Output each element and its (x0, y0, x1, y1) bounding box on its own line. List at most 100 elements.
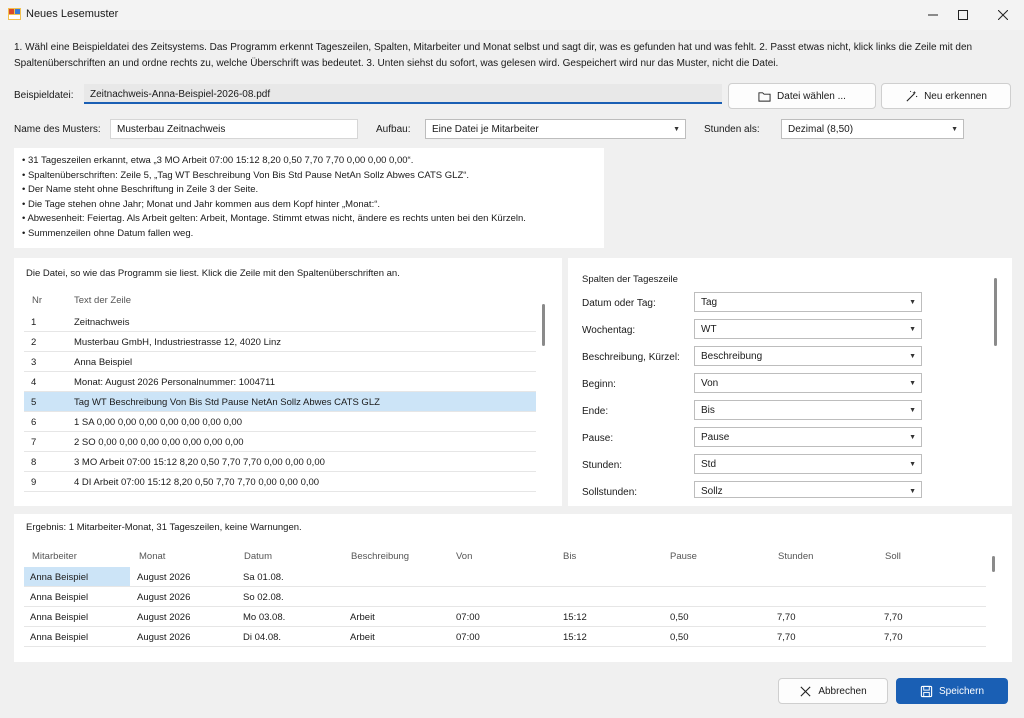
line-number: 3 (31, 357, 37, 368)
info-line: • Abwesenheit: Feiertag. Als Arbeit gelt… (22, 213, 526, 225)
cancel-button[interactable]: Abbrechen (778, 678, 888, 704)
layout-label: Aufbau: (376, 124, 411, 135)
chevron-down-icon: ▼ (909, 407, 916, 414)
chevron-down-icon: ▼ (909, 488, 916, 495)
magic-wand-icon (906, 90, 918, 102)
file-line-row[interactable]: 4 Monat: August 2026 Personalnummer: 100… (24, 372, 536, 392)
line-text: Tag WT Beschreibung Von Bis Std Pause Ne… (74, 397, 380, 408)
maximize-icon (958, 10, 968, 20)
file-path-field[interactable]: Zeitnachweis-Anna-Beispiel-2026-08.pdf (84, 84, 722, 104)
cell-break: 0,50 (670, 612, 689, 623)
file-line-row[interactable]: 3 Anna Beispiel (24, 352, 536, 372)
mapping-select-weekday[interactable]: WT ▼ (694, 319, 922, 339)
mapping-value: Std (701, 459, 717, 470)
choose-file-button[interactable]: Datei wählen ... (728, 83, 876, 109)
line-text: 4 DI Arbeit 07:00 15:12 8,20 0,50 7,70 7… (74, 477, 320, 488)
file-line-row[interactable]: 1 Zeitnachweis (24, 312, 536, 332)
result-header-hours: Stunden (778, 551, 814, 562)
line-text: 3 MO Arbeit 07:00 15:12 8,20 0,50 7,70 7… (74, 457, 325, 468)
result-row[interactable]: Anna Beispiel August 2026 Sa 01.08. (24, 567, 986, 587)
line-number: 4 (31, 377, 37, 388)
chevron-down-icon: ▼ (673, 126, 680, 133)
cell-from: 07:00 (456, 632, 480, 643)
save-label: Speichern (938, 685, 985, 697)
cell-target: 7,70 (884, 632, 903, 643)
info-line: • Der Name steht ohne Beschriftung in Ze… (22, 184, 259, 196)
result-row[interactable]: Anna Beispiel August 2026 Mo 03.08. Arbe… (24, 607, 986, 627)
line-number: 1 (31, 317, 37, 328)
mapping-value: Von (701, 378, 719, 389)
cell-date: Mo 03.08. (243, 612, 286, 623)
file-panel-title: Die Datei, so wie das Programm sie liest… (26, 268, 400, 279)
result-header-break: Pause (670, 551, 697, 562)
file-line-row[interactable]: 8 3 MO Arbeit 07:00 15:12 8,20 0,50 7,70… (24, 452, 536, 472)
title-bar: Neues Lesemuster (0, 0, 1024, 30)
mapping-label-break: Pause: (582, 433, 614, 444)
chevron-down-icon: ▼ (909, 461, 916, 468)
mapping-select-end[interactable]: Bis ▼ (694, 400, 922, 420)
result-header-month: Monat (139, 551, 166, 562)
mapping-label-end: Ende: (582, 406, 609, 417)
mapping-select-date[interactable]: Tag ▼ (694, 292, 922, 312)
cell-break: 0,50 (670, 632, 689, 643)
mapping-select-hours[interactable]: Std ▼ (694, 454, 922, 474)
result-row[interactable]: Anna Beispiel August 2026 Di 04.08. Arbe… (24, 627, 986, 647)
hours-format-label: Stunden als: (704, 124, 760, 135)
column-header-text: Text der Zeile (74, 295, 132, 306)
mapping-value: Sollz (701, 486, 723, 497)
hours-format-select[interactable]: Dezimal (8,50) ▼ (781, 119, 964, 139)
cell-date: Sa 01.08. (243, 572, 284, 583)
line-number: 5 (31, 397, 37, 408)
cancel-label: Abbrechen (818, 685, 867, 697)
cell-employee: Anna Beispiel (30, 592, 89, 603)
cell-employee: Anna Beispiel (30, 612, 89, 623)
hours-format-value: Dezimal (8,50) (788, 124, 854, 135)
file-line-row[interactable]: 9 4 DI Arbeit 07:00 15:12 8,20 0,50 7,70… (24, 472, 536, 492)
line-number: 8 (31, 457, 37, 468)
file-line-row[interactable]: 6 1 SA 0,00 0,00 0,00 0,00 0,00 0,00 0,0… (24, 412, 536, 432)
cell-date: Di 04.08. (243, 632, 282, 643)
cell-month: August 2026 (137, 592, 191, 603)
file-line-row-selected[interactable]: 5 Tag WT Beschreibung Von Bis Std Pause … (24, 392, 536, 412)
mapping-select-start[interactable]: Von ▼ (694, 373, 922, 393)
line-number: 6 (31, 417, 37, 428)
mapping-select-target-hours[interactable]: Sollz ▼ (694, 481, 922, 498)
line-text: Anna Beispiel (74, 357, 133, 368)
close-button[interactable] (980, 0, 1024, 30)
cell-month: August 2026 (137, 612, 191, 623)
redetect-button[interactable]: Neu erkennen (881, 83, 1011, 109)
cell-description: Arbeit (350, 632, 375, 643)
info-line: • 31 Tageszeilen erkannt, etwa „3 MO Arb… (22, 155, 414, 166)
pattern-name-input[interactable]: Musterbau Zeitnachweis (110, 119, 358, 139)
file-line-row[interactable]: 2 Musterbau GmbH, Industriestrasse 12, 4… (24, 332, 536, 352)
cell-to: 15:12 (563, 632, 587, 643)
mapping-select-description[interactable]: Beschreibung ▼ (694, 346, 922, 366)
instructions-text: 1. Wähl eine Beispieldatei des Zeitsyste… (14, 42, 973, 69)
detection-info: • 31 Tageszeilen erkannt, etwa „3 MO Arb… (14, 148, 604, 248)
info-line: • Die Tage stehen ohne Jahr; Monat und J… (22, 198, 381, 210)
result-header-target: Soll (885, 551, 901, 562)
layout-select[interactable]: Eine Datei je Mitarbeiter ▼ (425, 119, 686, 139)
chevron-down-icon: ▼ (909, 380, 916, 387)
mapping-label-date: Datum oder Tag: (582, 298, 656, 309)
close-icon (800, 685, 811, 697)
line-number: 2 (31, 337, 37, 348)
result-panel: Ergebnis: 1 Mitarbeiter-Monat, 31 Tagesz… (14, 514, 1012, 662)
result-row[interactable]: Anna Beispiel August 2026 So 02.08. (24, 587, 986, 607)
app-icon (8, 8, 21, 20)
result-header-to: Bis (563, 551, 577, 562)
mapping-panel-scrollbar[interactable] (994, 278, 997, 346)
chevron-down-icon: ▼ (909, 326, 916, 333)
save-button[interactable]: Speichern (896, 678, 1008, 704)
minimize-icon (928, 14, 938, 16)
mapping-select-break[interactable]: Pause ▼ (694, 427, 922, 447)
mapping-panel-title: Spalten der Tageszeile (582, 274, 678, 285)
file-line-row[interactable]: 7 2 SO 0,00 0,00 0,00 0,00 0,00 0,00 0,0… (24, 432, 536, 452)
mapping-label-start: Beginn: (582, 379, 616, 390)
result-panel-scrollbar[interactable] (992, 556, 995, 572)
result-header-date: Datum (244, 551, 272, 562)
chevron-down-icon: ▼ (909, 434, 916, 441)
cell-employee: Anna Beispiel (30, 632, 89, 643)
cell-date: So 02.08. (243, 592, 284, 603)
file-panel-scrollbar[interactable] (542, 304, 545, 346)
